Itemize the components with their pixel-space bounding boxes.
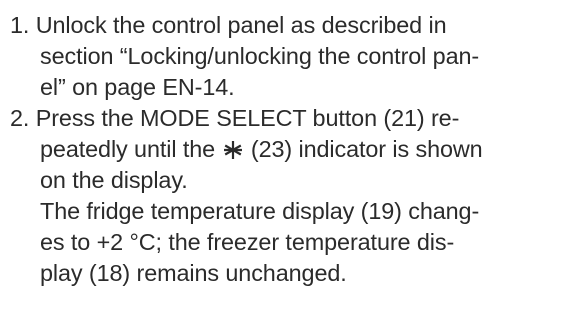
step-2-text-before-icon: peatedly until the	[40, 136, 216, 162]
step-2-first-line: 2. Press the MODE SELECT button (21) re-	[10, 103, 459, 134]
snowflake-icon	[223, 137, 243, 159]
step-2-text-line3: on the display.	[40, 167, 188, 193]
step-2-text-line1: Press the MODE SELECT button (21) re-	[35, 105, 460, 131]
step-2-result-line3: play (18) remains unchanged.	[40, 260, 347, 286]
step-1-first-line: 1. Unlock the control panel as described…	[10, 10, 447, 41]
step-1-number: 1.	[10, 12, 30, 38]
step-2-result-line2: es to +2 °C; the freezer temperature dis…	[40, 229, 455, 255]
step-1-text-line1: Unlock the control panel as described in	[35, 12, 447, 38]
instruction-steps: 1. Unlock the control panel as described…	[0, 0, 579, 320]
step-2-number: 2.	[10, 105, 30, 131]
step-1-text-line2: section “Locking/unlocking the control p…	[40, 43, 480, 69]
step-2-result-line1: The fridge temperature display (19) chan…	[40, 198, 480, 224]
step-2-text-line2: peatedly until the (23) indicator is sho…	[40, 134, 483, 165]
step-2-text-after-icon: (23) indicator is shown	[250, 136, 483, 162]
step-1-text-line3: el” on page EN-14.	[40, 74, 235, 100]
